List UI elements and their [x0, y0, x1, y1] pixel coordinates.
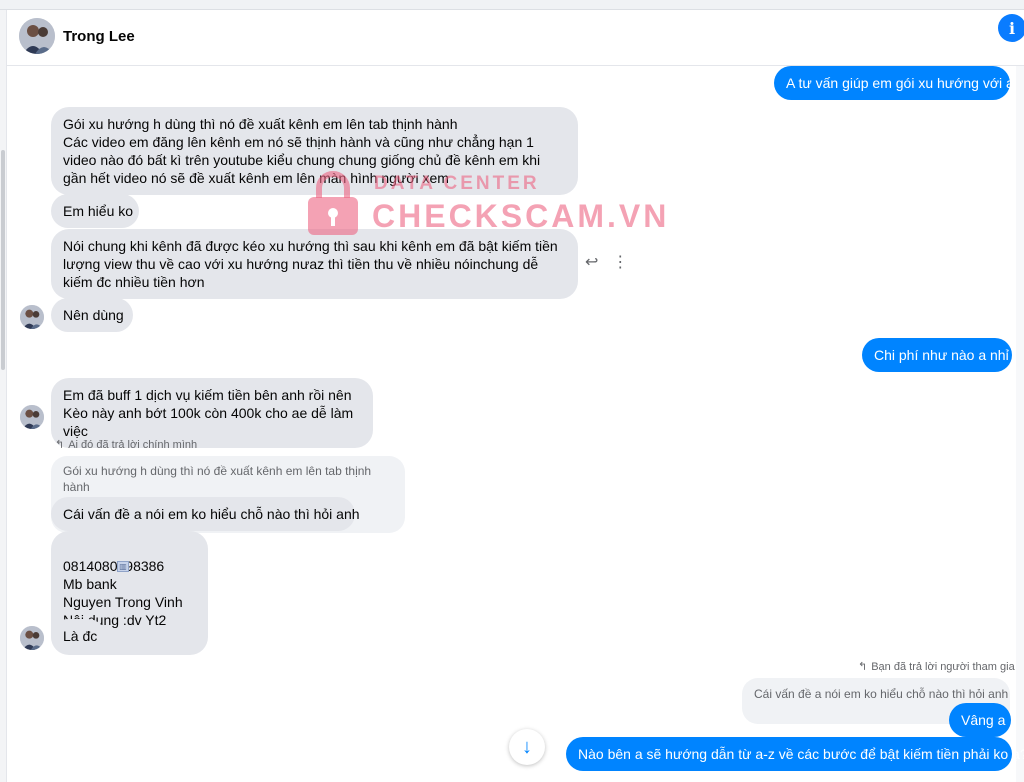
reply-icon[interactable]: ↩: [585, 252, 598, 272]
reply-note-text: Bạn đã trả lời người tham gia: [871, 660, 1015, 673]
contact-name[interactable]: Trong Lee: [63, 28, 135, 45]
scroll-down-button[interactable]: ↓: [509, 729, 545, 765]
message-in[interactable]: Em hiểu ko: [51, 194, 139, 228]
reply-arrow-icon: ↰: [858, 661, 868, 673]
reply-note: ↰ Ai đó đã trả lời chính mình: [55, 438, 198, 452]
reply-note: ↰ Bạn đã trả lời người tham gia: [858, 660, 1015, 674]
left-scrollbar[interactable]: [0, 10, 7, 782]
sender-avatar[interactable]: [20, 626, 44, 650]
chat-header: Trong Lee: [7, 10, 1024, 66]
right-edge: [1016, 66, 1024, 782]
sender-avatar[interactable]: [20, 305, 44, 329]
message-in[interactable]: Cái vấn đề a nói em ko hiểu chỗ nào thì …: [51, 497, 360, 531]
scrollbar-thumb[interactable]: [1, 150, 5, 370]
message-out[interactable]: Vâng a: [949, 703, 1011, 737]
reply-arrow-icon: ↰: [55, 439, 65, 451]
contact-avatar[interactable]: [19, 18, 55, 54]
message-in[interactable]: Là đc: [51, 619, 105, 653]
reply-note-text: Ai đó đã trả lời chính mình: [68, 438, 198, 451]
info-icon[interactable]: i: [998, 14, 1024, 42]
message-in[interactable]: Nói chung khi kênh đã được kéo xu hướng …: [51, 229, 578, 299]
more-icon[interactable]: ⋮: [612, 252, 628, 272]
message-in[interactable]: Nên dùng: [51, 298, 133, 332]
bank-icon: ▥: [117, 561, 129, 572]
message-in[interactable]: Gói xu hướng h dùng thì nó đề xuất kênh …: [51, 107, 578, 195]
message-out[interactable]: Chi phí như nào a nhỉ: [862, 338, 1012, 372]
sender-avatar[interactable]: [20, 405, 44, 429]
message-out[interactable]: A tư vấn giúp em gói xu hướng với ạ: [774, 66, 1014, 100]
message-actions: ↩ ⋮: [585, 252, 628, 272]
message-out[interactable]: Nào bên a sẽ hướng dẫn từ a-z về các bướ…: [566, 737, 1024, 771]
browser-top-strip: [0, 0, 1024, 10]
